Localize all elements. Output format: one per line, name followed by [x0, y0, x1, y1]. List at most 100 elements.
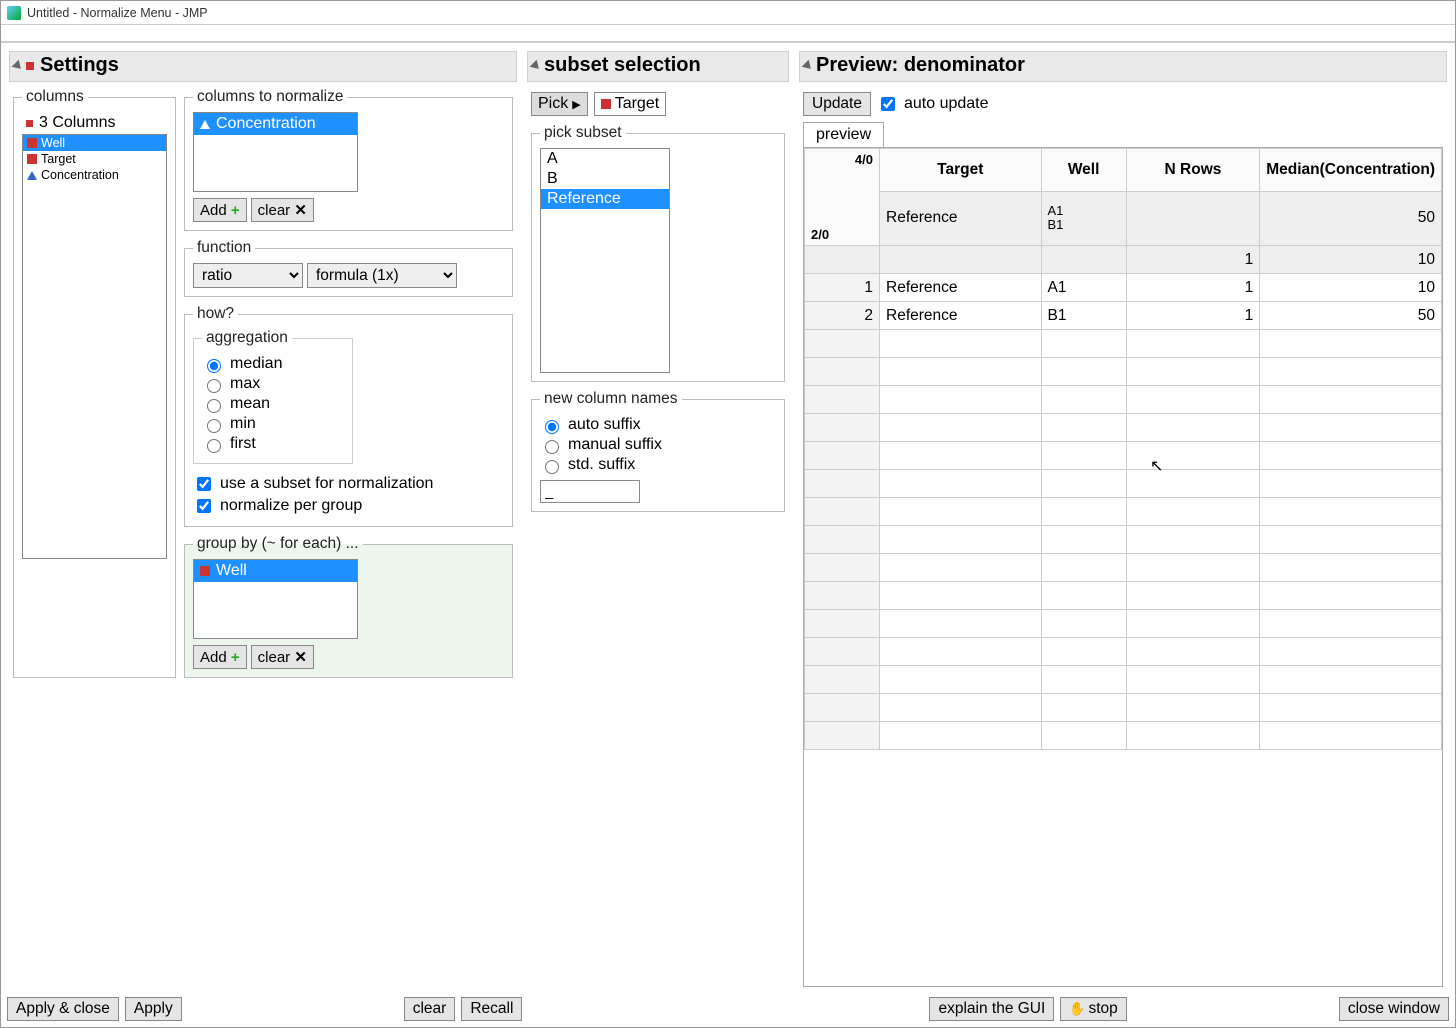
redtick-icon: [26, 120, 33, 127]
chevron-right-icon: ▶: [572, 98, 580, 111]
groupby-list[interactable]: Well: [193, 559, 358, 639]
use-subset-check[interactable]: use a subset for normalization: [193, 474, 504, 494]
normalize-clear-button[interactable]: clear ✕: [251, 198, 314, 222]
agg-max[interactable]: max: [202, 375, 344, 393]
subset-item[interactable]: Reference: [541, 189, 669, 209]
table-row: [805, 498, 1442, 526]
apply-close-button[interactable]: Apply & close: [7, 997, 119, 1021]
agg-first[interactable]: first: [202, 435, 344, 453]
close-window-button[interactable]: close window: [1339, 997, 1449, 1021]
table-row[interactable]: 2 Reference B1 1 50: [805, 302, 1442, 330]
table-row: [805, 470, 1442, 498]
subset-item[interactable]: B: [541, 169, 669, 189]
suffix-auto[interactable]: auto suffix: [540, 416, 776, 434]
update-button[interactable]: Update: [803, 92, 871, 116]
pick-subset-group: pick subset A B Reference: [531, 124, 785, 382]
disclosure-icon: [530, 59, 543, 72]
column-item-concentration[interactable]: Concentration: [23, 167, 166, 183]
agg-median[interactable]: median: [202, 355, 344, 373]
clear-button[interactable]: clear: [404, 997, 456, 1021]
columns-group-label: columns: [22, 88, 88, 106]
table-row: [805, 358, 1442, 386]
preview-tab[interactable]: preview: [803, 122, 884, 147]
column-item-well[interactable]: Well: [23, 135, 166, 151]
normalize-add-button[interactable]: Add +: [193, 198, 247, 222]
agg-mean[interactable]: mean: [202, 395, 344, 413]
column-item-target[interactable]: Target: [23, 151, 166, 167]
stop-icon: [1069, 1000, 1088, 1017]
settings-panel: Settings columns 3 Columns Well: [9, 51, 517, 991]
table-row: [805, 666, 1442, 694]
suffix-input[interactable]: [540, 480, 640, 503]
col-well[interactable]: Well: [1041, 149, 1126, 192]
table-row[interactable]: 1 Reference A1 1 10: [805, 274, 1442, 302]
bar-icon: [200, 566, 210, 576]
groupby-clear-button[interactable]: clear ✕: [251, 645, 314, 669]
pick-subset-label: pick subset: [540, 124, 626, 142]
x-icon: ✕: [294, 202, 307, 219]
normalize-list[interactable]: Concentration: [193, 112, 358, 192]
groupby-group-label: group by (~ for each) ...: [193, 535, 363, 553]
table-row: [805, 638, 1442, 666]
table-row: [805, 722, 1442, 750]
bottom-bar: Apply & close Apply clear Recall explain…: [1, 991, 1455, 1027]
table-row: [805, 442, 1442, 470]
groupby-item[interactable]: Well: [194, 560, 357, 582]
subset-panel: subset selection Pick ▶ Target pick subs…: [527, 51, 789, 991]
columns-list[interactable]: Well Target Concentration: [22, 134, 167, 559]
preview-header[interactable]: Preview: denominator: [799, 51, 1447, 82]
pick-column-chip[interactable]: Target: [594, 92, 666, 116]
content-area: Settings columns 3 Columns Well: [1, 43, 1455, 991]
function-group-label: function: [193, 239, 255, 257]
app-window: Untitled - Normalize Menu - JMP Settings…: [0, 0, 1456, 1028]
normalize-item[interactable]: Concentration: [194, 113, 357, 135]
recall-button[interactable]: Recall: [461, 997, 522, 1021]
subset-title: subset selection: [544, 54, 701, 77]
apply-button[interactable]: Apply: [125, 997, 182, 1021]
stop-button[interactable]: stop: [1060, 997, 1127, 1021]
aggregation-group-label: aggregation: [202, 329, 292, 347]
groupby-add-button[interactable]: Add +: [193, 645, 247, 669]
app-icon: [7, 6, 21, 20]
newcols-group: new column names auto suffix manual suff…: [531, 390, 785, 512]
per-group-check[interactable]: normalize per group: [193, 496, 504, 516]
suffix-std[interactable]: std. suffix: [540, 456, 776, 474]
col-nrows[interactable]: N Rows: [1126, 149, 1259, 192]
bar-icon: [27, 154, 37, 164]
subset-item[interactable]: A: [541, 149, 669, 169]
table-corner[interactable]: 4/0 2/0: [805, 149, 880, 246]
x-icon: ✕: [294, 649, 307, 666]
preview-table: 4/0 2/0 Target Well N Rows Median(Concen…: [804, 148, 1442, 750]
agg-min[interactable]: min: [202, 415, 344, 433]
bar-icon: [27, 138, 37, 148]
normalize-group: columns to normalize Concentration Add +: [184, 88, 513, 231]
plus-icon: +: [231, 202, 240, 219]
pick-button[interactable]: Pick ▶: [531, 92, 588, 116]
table-row: [805, 610, 1442, 638]
newcols-label: new column names: [540, 390, 682, 408]
function-mode-select[interactable]: ratio: [193, 263, 303, 288]
columns-count[interactable]: 3 Columns: [22, 112, 167, 134]
triangle-icon: [200, 120, 210, 129]
columns-group: columns 3 Columns Well Target: [13, 88, 176, 678]
auto-update-check[interactable]: auto update: [877, 94, 989, 114]
table-row: [805, 386, 1442, 414]
plus-icon: +: [231, 649, 240, 666]
settings-title: Settings: [40, 54, 119, 77]
bar-icon: [601, 99, 611, 109]
settings-header[interactable]: Settings: [9, 51, 517, 82]
how-group: how? aggregation median max mean min fir…: [184, 305, 513, 527]
preview-title: Preview: denominator: [816, 54, 1025, 77]
how-group-label: how?: [193, 305, 238, 323]
aggregation-group: aggregation median max mean min first: [193, 329, 353, 464]
subset-header[interactable]: subset selection: [527, 51, 789, 82]
subset-list[interactable]: A B Reference: [540, 148, 670, 373]
normalize-group-label: columns to normalize: [193, 88, 347, 106]
suffix-manual[interactable]: manual suffix: [540, 436, 776, 454]
triangle-icon: [27, 171, 37, 180]
col-target[interactable]: Target: [880, 149, 1042, 192]
function-formula-select[interactable]: formula (1x): [307, 263, 457, 288]
col-median[interactable]: Median(Concentration): [1260, 149, 1442, 192]
menu-bar: [1, 25, 1455, 43]
explain-button[interactable]: explain the GUI: [929, 997, 1054, 1021]
